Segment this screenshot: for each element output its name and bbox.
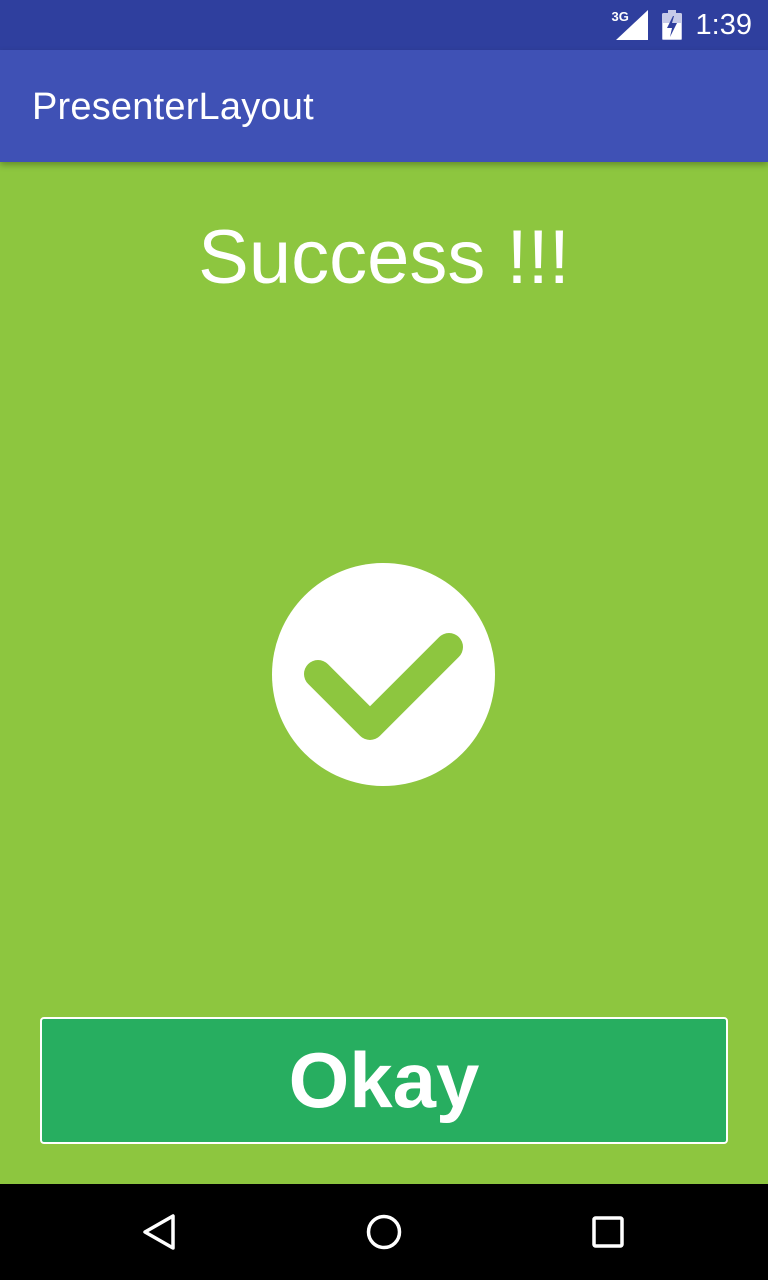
success-heading: Success !!! — [198, 215, 570, 300]
signal-strength-icon — [615, 10, 648, 40]
back-icon — [143, 1214, 175, 1250]
app-title: PresenterLayout — [32, 86, 314, 128]
home-icon — [366, 1214, 402, 1250]
recents-icon — [592, 1216, 624, 1248]
checkmark-icon — [304, 633, 463, 740]
check-circle-icon — [272, 563, 495, 786]
battery-charging-icon — [661, 10, 682, 40]
back-button[interactable] — [110, 1184, 210, 1280]
home-button[interactable] — [334, 1184, 434, 1280]
signal-icon: 3G — [612, 10, 648, 40]
recents-button[interactable] — [558, 1184, 658, 1280]
success-content: Success !!! Okay — [0, 162, 768, 1184]
system-navigation-bar — [0, 1184, 768, 1280]
status-time: 1:39 — [695, 9, 752, 41]
status-bar: 3G 1:39 — [0, 0, 768, 50]
app-bar: PresenterLayout — [0, 50, 768, 162]
status-icons: 3G 1:39 — [612, 0, 752, 50]
okay-button[interactable]: Okay — [40, 1017, 728, 1144]
